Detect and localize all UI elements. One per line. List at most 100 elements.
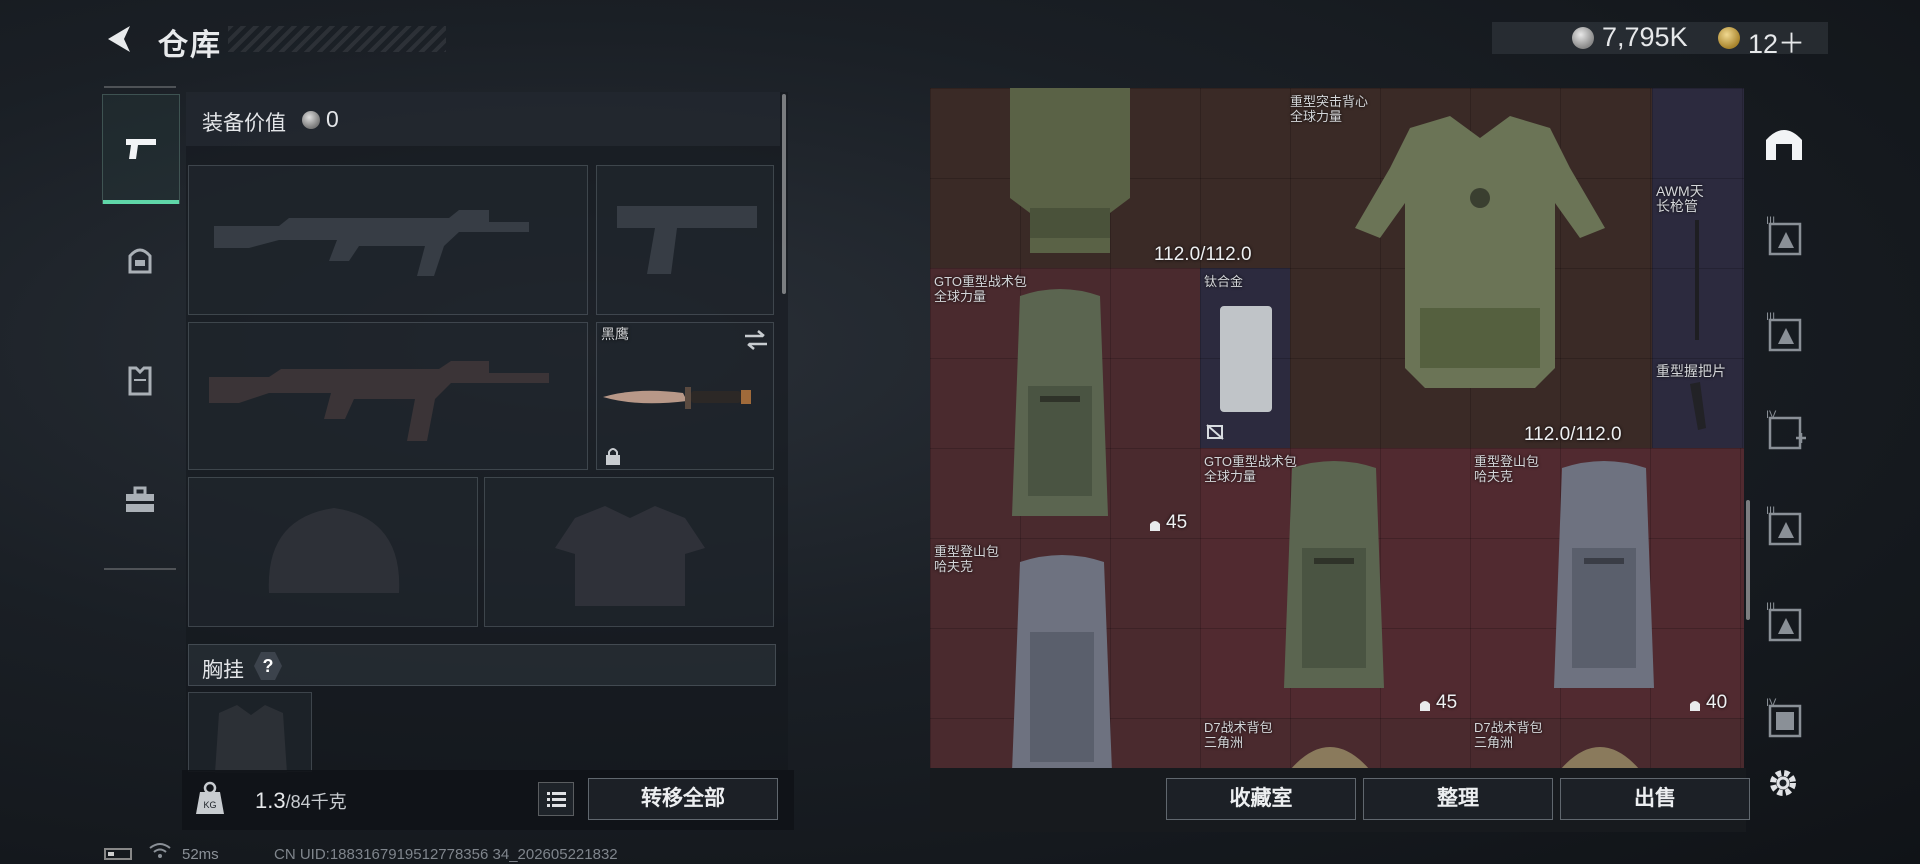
silver-coin-icon (1572, 27, 1594, 49)
no-trade-icon (1206, 424, 1224, 440)
item-name: D7战术背包 三角洲 (1204, 720, 1273, 750)
sell-button[interactable]: 出售 (1560, 778, 1750, 820)
collection-room-button[interactable]: 收藏室 (1166, 778, 1356, 820)
rifle-silhouette-icon (214, 210, 529, 276)
weight-kg-icon: KG (196, 781, 224, 814)
helmet-icon (128, 248, 152, 274)
primary-weapon-slot[interactable] (188, 165, 588, 315)
item-capacity: 45 (1166, 512, 1188, 533)
item-durability: 112.0/112.0 (1154, 244, 1252, 265)
backpack-icon (1012, 289, 1108, 516)
item-name: D7战术背包 三角洲 (1474, 720, 1543, 750)
battery-icon (104, 848, 132, 860)
tab-weapons[interactable] (102, 94, 180, 204)
armor-silhouette-icon (555, 506, 705, 606)
stash-item-titanium[interactable]: 钛合金 (1200, 268, 1290, 448)
container-tier-icon[interactable]: III (1760, 500, 1812, 554)
tab-helmet[interactable] (102, 206, 178, 314)
svg-text:III: III (1766, 215, 1775, 227)
helmet-slot[interactable] (188, 477, 478, 627)
vest-icon (128, 366, 152, 396)
container-tier-icon[interactable]: III (1760, 596, 1812, 650)
loadout-scrollbar[interactable] (782, 94, 786, 294)
item-name: AWM天 长枪管 (1656, 183, 1704, 214)
ping-readout: 52ms (182, 846, 219, 863)
item-capacity: 45 (1436, 692, 1458, 713)
svg-text:KG: KG (203, 800, 216, 810)
item-name: 钛合金 (1204, 274, 1244, 289)
container-tier-icon[interactable]: IV (1760, 692, 1812, 746)
stash-item-heavy-climbing-pack[interactable]: 重型登山包 哈夫克 (930, 538, 1200, 770)
item-capacity: 40 (1706, 692, 1728, 713)
item-durability: 112.0/112.0 (1524, 424, 1622, 445)
stash-item-gto-tactical-bag[interactable]: GTO重型战术包 全球力量 45 (930, 268, 1200, 538)
svg-text:III: III (1766, 311, 1775, 323)
svg-text:IV: IV (1766, 409, 1777, 421)
category-rail (102, 86, 180, 566)
vest-icon (1010, 88, 1130, 253)
gold-coin-icon (1718, 27, 1740, 49)
tab-backpack[interactable] (102, 446, 178, 554)
backpack-icon (1554, 461, 1654, 688)
wifi-icon (149, 843, 171, 858)
melee-slot[interactable]: 黑鹰 (596, 322, 774, 470)
chest-rig-label: 胸挂 (202, 659, 244, 682)
equipment-value: 0 (326, 106, 339, 132)
container-tier-icon[interactable]: III (1760, 210, 1812, 264)
sort-button[interactable]: 整理 (1363, 778, 1553, 820)
chest-rig-slot[interactable] (188, 692, 312, 773)
tab-armor[interactable] (102, 326, 178, 434)
barrel-icon (1695, 220, 1699, 340)
user-uid: CN UID:1883167919512778356 34_2026052218… (274, 846, 618, 863)
stash-item-d7-tactical-pack[interactable]: D7战术背包 三角洲 (1200, 718, 1470, 770)
page-title: 仓库 (158, 29, 222, 62)
item-name: 重型登山包 哈夫克 (934, 544, 1000, 574)
silver-coin-icon (302, 111, 320, 129)
equipment-value-label: 装备价值 (202, 112, 286, 135)
list-icon (547, 792, 566, 807)
carry-weight: 1.3/84千克 (255, 788, 347, 814)
knife-icon (603, 387, 751, 409)
pistol-icon (126, 139, 156, 159)
titanium-plate-icon (1220, 306, 1272, 412)
container-tier-icon[interactable]: III (1760, 306, 1812, 360)
pistol-silhouette-icon (617, 206, 757, 274)
pistol-slot[interactable] (596, 165, 774, 315)
svg-text:III: III (1766, 601, 1775, 613)
secondary-weapon-slot[interactable] (188, 322, 588, 470)
storage-arch-icon[interactable] (1762, 120, 1806, 164)
heavy-vest-icon (1355, 116, 1605, 388)
capacity-icon (1150, 521, 1160, 531)
gear-icon[interactable] (1766, 766, 1800, 800)
capacity-icon (1420, 701, 1430, 711)
backpack-icon (1012, 555, 1112, 770)
stash-item-gto-tactical-bag[interactable]: GTO重型战术包 全球力量 45 (1200, 448, 1470, 718)
list-view-button[interactable] (538, 782, 574, 816)
item-name: 重型登山包 哈夫克 (1474, 454, 1540, 484)
weight-current: 1.3 (255, 788, 286, 813)
toolbox-icon (126, 486, 154, 512)
transfer-all-button[interactable]: 转移全部 (588, 778, 778, 820)
grip-icon (1690, 382, 1706, 430)
capacity-icon (1690, 701, 1700, 711)
armor-slot[interactable] (484, 477, 774, 627)
rifle-silhouette-icon (209, 361, 549, 441)
stash-item-vest-partial[interactable]: 112.0/112.0 (930, 88, 1290, 268)
gold-currency-amount[interactable]: 12＋ (1748, 22, 1805, 61)
lock-icon (606, 448, 620, 465)
stash-item-heavy-assault-vest[interactable]: 重型突击背心 全球力量 112.0/112.0 (1290, 88, 1652, 448)
weight-max: /84千克 (285, 792, 347, 812)
title-stripe-decoration (228, 26, 446, 52)
stash-item-heavy-climbing-pack[interactable]: 重型登山包 哈夫克 40 (1470, 448, 1744, 718)
stash-item-awm-barrel[interactable]: AWM天 长枪管 (1652, 88, 1744, 358)
container-tier-icon[interactable]: IV (1760, 404, 1812, 458)
silver-currency-amount: 7,795K (1602, 22, 1688, 52)
item-name: 重型握把片 (1656, 363, 1726, 379)
backpack-icon (1560, 747, 1640, 770)
back-arrow-icon[interactable] (102, 22, 136, 56)
filter-rail-scrollbar[interactable] (1746, 500, 1750, 620)
backpack-icon (1290, 747, 1370, 770)
stash-grid: 112.0/112.0 重型突击背心 全球力量 112.0/112.0 AWM天… (930, 88, 1744, 770)
svg-text:IV: IV (1766, 697, 1777, 709)
stash-item-d7-tactical-pack[interactable]: D7战术背包 三角洲 (1470, 718, 1744, 770)
